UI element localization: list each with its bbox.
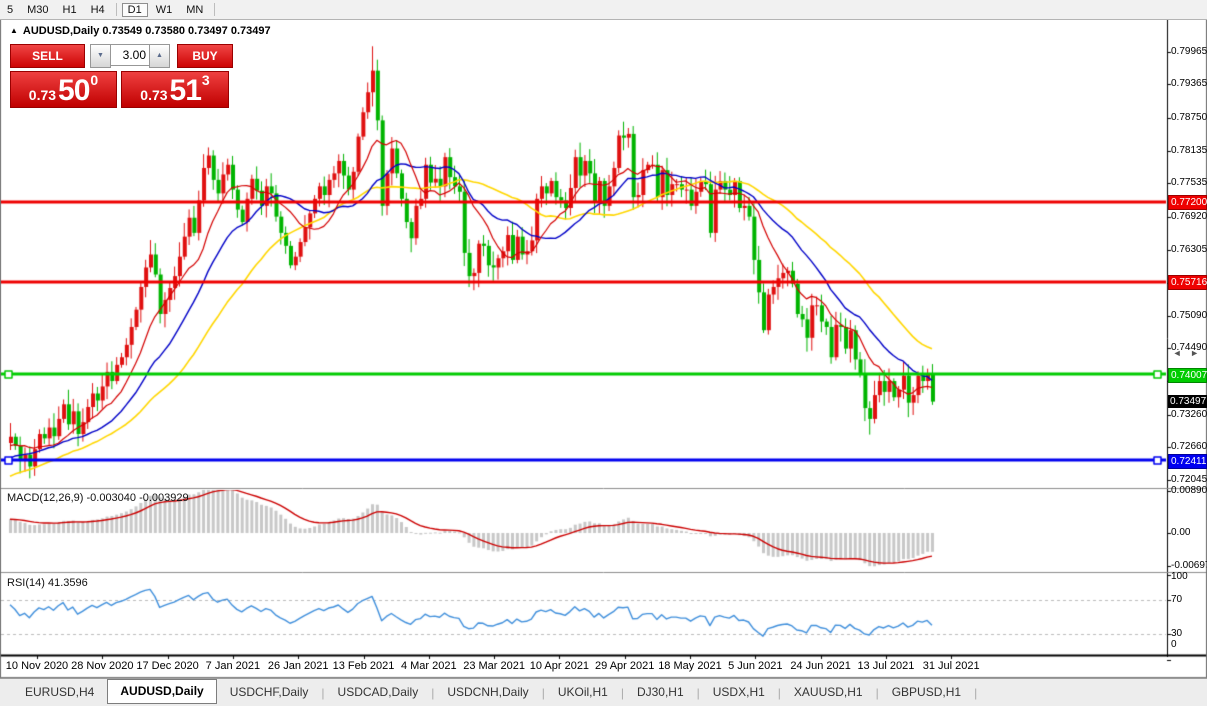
- rsi-indicator-label: RSI(14) 41.3596: [7, 577, 88, 589]
- price-line-badge: 0.75716: [1168, 275, 1207, 290]
- chevron-up-icon: ▲: [156, 52, 163, 59]
- price-axis-tick: 0.78135: [1171, 145, 1207, 156]
- tab-scroll-right-icon[interactable]: ►: [1190, 348, 1199, 358]
- timeframe-button-mn[interactable]: MN: [180, 3, 209, 17]
- macd-axis-tick: 0.008903: [1171, 485, 1207, 496]
- tab-dj30-h1[interactable]: DJ30,H1: [624, 680, 697, 705]
- tab-usdx-h1[interactable]: USDX,H1: [700, 680, 778, 705]
- ask-prefix: 0.73: [140, 84, 167, 106]
- chart-symbol-label: AUDUSD,Daily: [23, 25, 99, 37]
- tab-usdcnh-daily[interactable]: USDCNH,Daily: [434, 680, 541, 705]
- bid-prefix: 0.73: [29, 84, 56, 106]
- date-axis-label: 31 Jul 2021: [906, 660, 996, 672]
- price-line-badge: 0.72411: [1168, 454, 1207, 469]
- tab-usdchf-daily[interactable]: USDCHF,Daily: [217, 680, 322, 705]
- chart-marker-icon: ▲: [10, 26, 18, 35]
- symbol-tab-bar: EURUSD,H4AUDUSD,DailyUSDCHF,Daily | USDCAD…: [0, 678, 1207, 706]
- toolbar-separator: [214, 3, 215, 16]
- price-axis-tick: 0.73260: [1171, 409, 1207, 420]
- one-click-trading-panel: SELL ▼ ▲ BUY 0.73 50 0 0.73 51 3: [10, 44, 235, 108]
- toolbar-separator: [116, 3, 117, 16]
- tab-scroll-nav: ◄ ►: [1167, 348, 1199, 358]
- current-price-badge: 0.73497: [1168, 395, 1207, 408]
- volume-increase-button[interactable]: ▲: [149, 44, 170, 68]
- timeframe-button-d1[interactable]: D1: [122, 3, 148, 17]
- chevron-down-icon: ▼: [97, 52, 104, 59]
- price-axis-tick: 0.76920: [1171, 211, 1207, 222]
- tab-ukoil-h1[interactable]: UKOil,H1: [545, 680, 621, 705]
- price-axis-tick: 0.79965: [1171, 46, 1207, 57]
- price-line-badge: 0.77200: [1168, 195, 1207, 210]
- macd-indicator-label: MACD(12,26,9) -0.003040 -0.003929: [7, 492, 189, 504]
- chart-title: ▲ AUDUSD,Daily 0.73549 0.73580 0.73497 0.…: [10, 25, 271, 37]
- tab-eurusd-h4[interactable]: EURUSD,H4: [12, 680, 107, 705]
- price-axis-tick: 0.79365: [1171, 78, 1207, 89]
- bid-pip-digit: 0: [90, 65, 98, 95]
- tab-separator: |: [974, 686, 977, 700]
- timeframe-button-h4[interactable]: H4: [85, 3, 111, 17]
- price-axis-tick: 0.76305: [1171, 244, 1207, 255]
- bid-big-digits: 50: [58, 76, 89, 106]
- macd-axis-tick: -0.00697: [1171, 560, 1207, 571]
- rsi-axis-tick: 30: [1171, 628, 1207, 639]
- chart-ohlc-values: 0.73549 0.73580 0.73497 0.73497: [102, 25, 270, 37]
- bid-price-button[interactable]: 0.73 50 0: [10, 71, 117, 108]
- timeframe-button-h1[interactable]: H1: [57, 3, 83, 17]
- timeframe-button-5[interactable]: 5: [1, 3, 19, 17]
- trading-terminal: 5M30H1H4 D1W1MN ▲ AUDUSD,Daily 0.73549 0.7…: [0, 0, 1207, 706]
- timeframe-button-m30[interactable]: M30: [21, 3, 54, 17]
- price-axis-tick: 0.77535: [1171, 177, 1207, 188]
- timeframe-button-w1[interactable]: W1: [150, 3, 179, 17]
- tab-audusd-daily[interactable]: AUDUSD,Daily: [107, 679, 216, 704]
- macd-values: -0.003040 -0.003929: [86, 492, 188, 504]
- rsi-axis-tick: 100: [1171, 571, 1207, 582]
- price-line-badge: 0.74007: [1168, 368, 1207, 383]
- ask-pip-digit: 3: [202, 65, 210, 95]
- price-axis-tick: 0.72660: [1171, 441, 1207, 452]
- price-axis-tick: 0.72045: [1171, 474, 1207, 485]
- rsi-name: RSI(14): [7, 577, 45, 589]
- rsi-axis-tick: 0: [1171, 639, 1207, 650]
- price-axis-tick: 0.78750: [1171, 112, 1207, 123]
- macd-axis-tick: 0.00: [1171, 527, 1207, 538]
- sell-button[interactable]: SELL: [10, 44, 85, 68]
- macd-name: MACD(12,26,9): [7, 492, 83, 504]
- tab-usdcad-daily[interactable]: USDCAD,Daily: [325, 680, 432, 705]
- tab-scroll-left-icon[interactable]: ◄: [1173, 348, 1182, 358]
- ask-price-button[interactable]: 0.73 51 3: [121, 71, 229, 108]
- timeframe-toolbar: 5M30H1H4 D1W1MN: [0, 0, 1207, 20]
- ask-big-digits: 51: [170, 76, 201, 106]
- rsi-value: 41.3596: [48, 577, 88, 589]
- tab-gbpusd-h1[interactable]: GBPUSD,H1: [879, 680, 974, 705]
- volume-input[interactable]: [111, 44, 149, 66]
- rsi-axis-tick: 70: [1171, 594, 1207, 605]
- tab-xauusd-h1[interactable]: XAUUSD,H1: [781, 680, 876, 705]
- price-axis-tick: 0.75090: [1171, 310, 1207, 321]
